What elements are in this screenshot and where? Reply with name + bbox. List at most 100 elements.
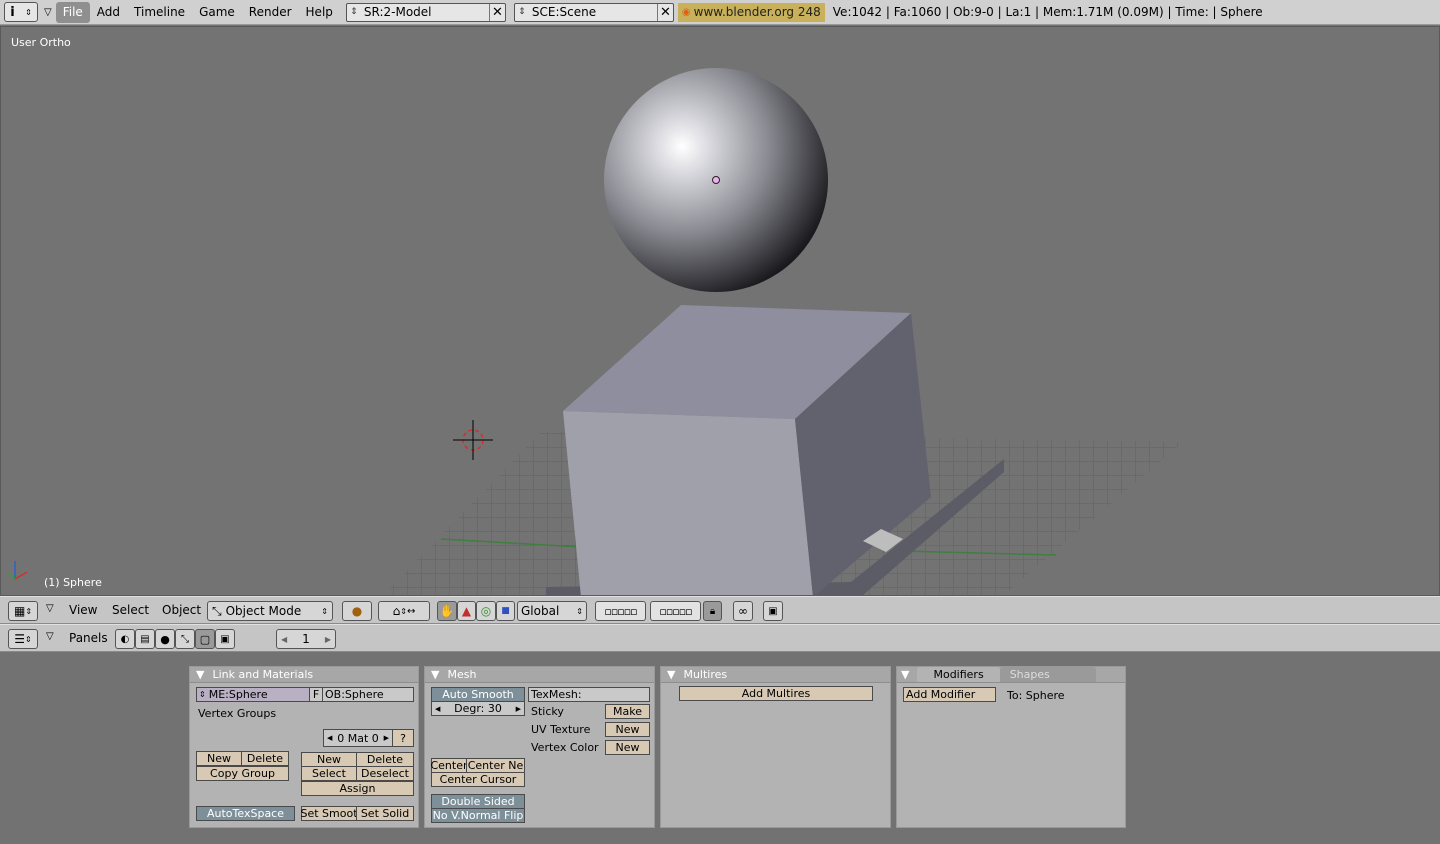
layer-buttons-group-2[interactable]: ▫▫▫▫▫: [650, 601, 701, 621]
mode-selector[interactable]: ⤡ Object Mode ⇕: [207, 601, 333, 621]
panels-menu[interactable]: Panels: [69, 631, 108, 645]
scene-context-button[interactable]: ▣: [215, 629, 235, 649]
vertex-color-new-button[interactable]: New: [605, 740, 650, 755]
center-new-button[interactable]: Center Ne: [466, 758, 525, 773]
menu-render[interactable]: Render: [242, 2, 299, 23]
render-opengl-button[interactable]: ∞: [733, 601, 753, 621]
double-sided-toggle[interactable]: Double Sided: [431, 794, 525, 809]
vertex-color-label: Vertex Color: [531, 741, 599, 754]
collapse-header-icon[interactable]: ▽: [46, 631, 54, 642]
blender-url-badge[interactable]: ◉ www.blender.org 248: [677, 2, 825, 22]
axis-gizmo-icon: [8, 561, 28, 580]
vertex-group-delete-button[interactable]: Delete: [241, 751, 289, 766]
draw-type-button[interactable]: ●: [342, 601, 372, 621]
pivot-selector[interactable]: ⌂ ⇕ ↔: [378, 601, 430, 621]
center-button[interactable]: Center: [430, 758, 468, 773]
scene-selector[interactable]: ⇕ SCE:Scene ✕: [513, 2, 674, 22]
collapse-triangle-icon[interactable]: ▼: [667, 668, 675, 681]
mesh-name-field[interactable]: ⇕ ME:Sphere: [196, 687, 316, 702]
shading-context-button[interactable]: ●: [155, 629, 175, 649]
rotate-manipulator[interactable]: ◎: [476, 601, 496, 621]
add-multires-button[interactable]: Add Multires: [679, 686, 873, 701]
collapse-header-icon[interactable]: ▽: [46, 603, 54, 614]
panel-header[interactable]: ▼ Multires: [661, 667, 890, 683]
layer-buttons-group-1[interactable]: ▫▫▫▫▫: [595, 601, 646, 621]
editor-type-button-2[interactable]: ☰ ⇕: [8, 629, 38, 649]
add-modifier-button[interactable]: Add Modifier: [903, 687, 996, 702]
decrement-arrow-icon[interactable]: ◀: [327, 734, 332, 742]
center-cursor-button[interactable]: Center Cursor: [431, 772, 525, 787]
material-delete-button[interactable]: Delete: [356, 752, 414, 767]
degree-field[interactable]: ◀ Degr: 30 ▶: [431, 701, 525, 716]
modifiers-panel: ▼ Modifiers Shapes Add Modifier To: Sphe…: [896, 666, 1126, 828]
mesh-panel: ▼ Mesh Auto Smooth ◀ Degr: 30 ▶ TexMesh: St…: [424, 666, 655, 828]
set-solid-button[interactable]: Set Solid: [356, 806, 414, 821]
decrement-arrow-icon[interactable]: ◀: [435, 705, 440, 713]
3d-cursor-icon[interactable]: [453, 420, 493, 460]
collapse-triangle-icon[interactable]: ▼: [196, 668, 204, 681]
collapse-menu-icon[interactable]: ▽: [44, 7, 52, 18]
menu-help[interactable]: Help: [299, 2, 340, 23]
delete-screen-icon[interactable]: ✕: [488, 3, 505, 21]
updown-arrow-icon: ⇕: [518, 7, 526, 17]
increment-arrow-icon[interactable]: ▶: [516, 705, 521, 713]
screen-name[interactable]: SR:2-Model: [361, 5, 489, 19]
menu-add[interactable]: Add: [90, 2, 127, 23]
editor-type-button[interactable]: ▦ ⇕: [8, 601, 38, 621]
no-vnormal-flip-toggle[interactable]: No V.Normal Flip: [431, 808, 525, 823]
uv-texture-new-button[interactable]: New: [605, 722, 650, 737]
collapse-triangle-icon[interactable]: ▼: [901, 668, 909, 681]
script-context-button[interactable]: ▤: [135, 629, 155, 649]
material-new-button[interactable]: New: [301, 752, 357, 767]
material-select-button[interactable]: Select: [301, 766, 357, 781]
increment-arrow-icon[interactable]: ▶: [325, 635, 331, 644]
tab-modifiers[interactable]: Modifiers: [917, 667, 1000, 682]
menu-select[interactable]: Select: [112, 603, 149, 617]
frame-number: 1: [302, 632, 310, 646]
orientation-label: Global: [521, 604, 560, 618]
panel-header[interactable]: ▼ Link and Materials: [190, 667, 418, 683]
auto-smooth-toggle[interactable]: Auto Smooth: [431, 687, 525, 702]
menu-file[interactable]: File: [55, 1, 90, 23]
copy-group-button[interactable]: Copy Group: [196, 766, 289, 781]
vertex-group-new-button[interactable]: New: [196, 751, 242, 766]
delete-scene-icon[interactable]: ✕: [656, 3, 673, 21]
menu-timeline[interactable]: Timeline: [127, 2, 192, 23]
info-window-type-button[interactable]: i ⇕: [4, 2, 38, 22]
set-smooth-button[interactable]: Set Smoot: [300, 806, 358, 821]
menu-game[interactable]: Game: [192, 2, 242, 23]
material-assign-button[interactable]: Assign: [301, 781, 414, 796]
sticky-make-button[interactable]: Make: [605, 704, 650, 719]
collapse-triangle-icon[interactable]: ▼: [431, 668, 439, 681]
lock-layers-button[interactable]: 🔒︎: [703, 601, 722, 621]
material-deselect-button[interactable]: Deselect: [356, 766, 414, 781]
panel-header[interactable]: ▼ Mesh: [425, 667, 654, 683]
menu-view[interactable]: View: [69, 603, 97, 617]
decrement-arrow-icon[interactable]: ◀: [281, 635, 287, 644]
frame-number-field[interactable]: ◀ 1 ▶: [276, 629, 336, 649]
orientation-selector[interactable]: Global ⇕: [517, 601, 587, 621]
menu-object[interactable]: Object: [162, 603, 201, 617]
panel-header[interactable]: ▼ Modifiers Shapes: [897, 667, 1125, 683]
logic-context-button[interactable]: ◐: [115, 629, 135, 649]
updown-arrow-icon: ⇕: [350, 7, 358, 17]
material-index-field[interactable]: ◀ 0 Mat 0 ▶: [323, 729, 393, 747]
layer-grid-icon: ▫▫▫▫▫: [604, 604, 637, 618]
fake-user-button[interactable]: F: [309, 687, 323, 702]
3d-viewport[interactable]: User Ortho (1) Sphere: [0, 26, 1440, 596]
object-context-button[interactable]: ⤡: [175, 629, 195, 649]
increment-arrow-icon[interactable]: ▶: [384, 734, 389, 742]
autotexspace-toggle[interactable]: AutoTexSpace: [196, 806, 295, 821]
render-preview-button[interactable]: ▣: [763, 601, 783, 621]
editing-context-button[interactable]: ▢: [195, 629, 215, 649]
translate-manipulator[interactable]: ▲: [457, 601, 476, 621]
scene-image-icon: ▣: [220, 633, 230, 645]
scene-name[interactable]: SCE:Scene: [529, 5, 657, 19]
manipulator-toggle[interactable]: ✋: [437, 601, 457, 621]
screen-selector[interactable]: ⇕ SR:2-Model ✕: [345, 2, 506, 22]
material-help-button[interactable]: ?: [392, 729, 414, 747]
scale-manipulator[interactable]: ■: [496, 601, 515, 621]
texmesh-field[interactable]: TexMesh:: [528, 687, 650, 702]
tab-shapes[interactable]: Shapes: [999, 667, 1096, 682]
object-name-field[interactable]: OB:Sphere: [322, 687, 414, 702]
